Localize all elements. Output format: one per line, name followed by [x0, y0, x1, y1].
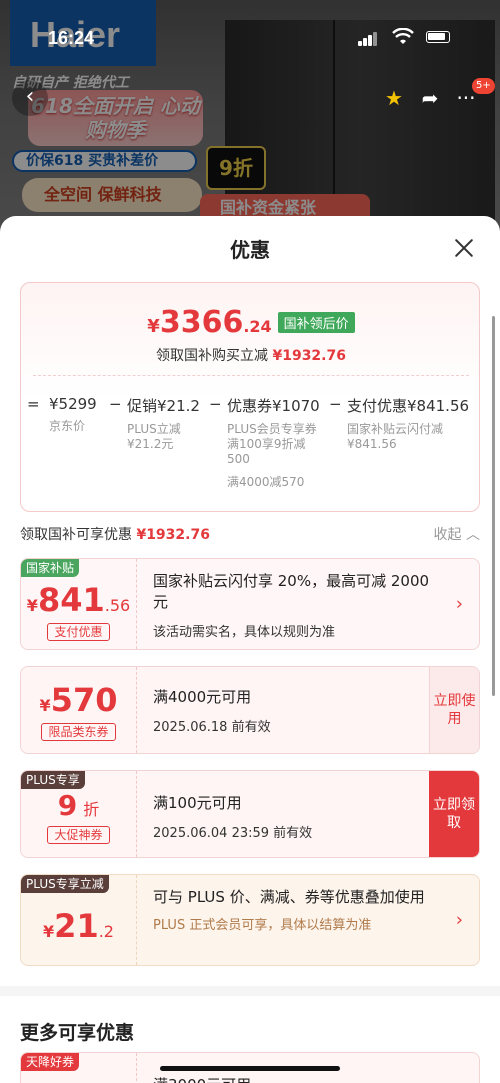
coupon-card-jd: ¥ 570 限品类东券 满4000元可用 2025.06.18 前有效 立即使用: [20, 666, 480, 754]
formula-coupon-extra: 满4000减570: [227, 475, 305, 489]
home-indicator[interactable]: [160, 1066, 340, 1071]
coupon-ribbon: PLUS专享: [21, 771, 85, 789]
section-header: 领取国补可享优惠 ¥1932.76 收起 ︿: [20, 524, 480, 544]
section-divider: [0, 986, 500, 996]
coupon-amount: 21: [54, 907, 99, 945]
coupon-currency: ¥: [26, 596, 38, 615]
favorite-star-icon[interactable]: ★: [382, 86, 406, 110]
coupon-note: PLUS 正式会员可享，具体以结算为准: [153, 918, 372, 933]
coupon-currency: ¥: [43, 922, 55, 941]
chevron-up-icon: ︿: [466, 527, 480, 543]
chevron-right-icon: ›: [455, 593, 463, 615]
battery-icon: [426, 31, 450, 43]
discount-sheet: 优惠 ¥ 3366 .24 国补领后价 领取国补购买立减 ¥1932.76 = …: [0, 216, 500, 1083]
coupon-validity: 2025.06.04 23:59 前有效: [153, 826, 313, 841]
coupon-title: 可与 PLUS 价、满减、券等优惠叠加使用: [153, 888, 425, 906]
chevron-right-icon: ›: [455, 909, 463, 931]
subsidy-reduction-value: ¥1932.76: [272, 348, 346, 364]
formula-list-price-desc: 京东价: [49, 419, 86, 433]
scrollbar[interactable]: [492, 316, 495, 696]
subsidy-price-tag: 国补领后价: [277, 312, 355, 333]
subsidy-reduction-label: 领取国补购买立减: [156, 348, 269, 364]
coupon-title: 满100元可用: [153, 794, 242, 812]
coupon-card-plus: PLUS专享 9 折 大促神券 满100元可用 2025.06.04 23:59…: [20, 770, 480, 858]
coupon-card-national-subsidy[interactable]: 国家补贴 ¥ 841 .56 支付优惠 国家补贴云闪付享 20%，最高可减 20…: [20, 558, 480, 650]
formula-promo-desc: PLUS立减 ¥21.2元: [127, 422, 181, 451]
formula-payment-desc: 国家补贴云闪付减 ¥841.56: [347, 422, 444, 451]
price-integer: 3366: [159, 305, 244, 340]
formula-list-price: ¥5299: [49, 395, 97, 413]
product-top-bar: ‹ ★ ➦ ··· 5+: [0, 76, 500, 116]
message-badge: 5+: [472, 78, 495, 94]
coupon-decimal: .2: [98, 922, 114, 941]
coupon-currency: ¥: [39, 696, 51, 715]
formula-minus: −: [109, 395, 122, 413]
use-now-button[interactable]: 立即使用: [429, 667, 479, 753]
final-price: ¥ 3366 .24 国补领后价: [21, 305, 481, 340]
formula-minus: −: [329, 395, 342, 413]
formula-minus: −: [209, 395, 222, 413]
formula-payment: 支付优惠¥841.56: [347, 397, 470, 415]
price-currency: ¥: [147, 316, 160, 337]
more-offers-title: 更多可享优惠: [20, 1022, 135, 1044]
coupon-unit: 折: [83, 800, 100, 819]
subsidy-reduction-text: 领取国补购买立减 ¥1932.76: [21, 345, 481, 365]
back-icon[interactable]: ‹: [12, 80, 48, 116]
coupon-note: 该活动需实名，具体以规则为准: [153, 625, 336, 640]
coupon-type-pill: 大促神券: [47, 826, 110, 844]
section-label: 领取国补可享优惠: [20, 527, 132, 543]
formula-equals: =: [27, 395, 40, 413]
coupon-title: 满4000元可用: [153, 688, 252, 706]
coupon-title: 满3000元可用: [153, 1075, 419, 1083]
claim-now-button[interactable]: 立即领取: [429, 771, 479, 857]
coupon-validity: 2025.06.18 前有效: [153, 720, 271, 735]
sheet-title: 优惠: [230, 238, 270, 262]
divider: [33, 375, 469, 376]
coupon-decimal: .56: [104, 596, 131, 615]
collapse-toggle[interactable]: 收起 ︿: [434, 524, 480, 544]
coupon-amount: 9: [57, 789, 78, 822]
formula-coupon: 优惠券¥1070: [227, 397, 320, 415]
collapse-label: 收起: [433, 527, 462, 543]
coupon-type-pill: 支付优惠: [47, 623, 110, 641]
section-value: ¥1932.76: [136, 527, 210, 543]
coupon-amount: 570: [50, 681, 118, 719]
signal-icon: [358, 32, 378, 46]
coupon-ribbon: 天降好券: [21, 1053, 80, 1071]
formula-coupon-desc: PLUS会员专享券 满100享9折减 500: [227, 422, 317, 466]
coupon-ribbon: PLUS专享立减: [21, 875, 109, 893]
status-time: 16:24: [48, 28, 95, 48]
wifi-icon: [392, 28, 414, 44]
price-summary-card: ¥ 3366 .24 国补领后价 领取国补购买立减 ¥1932.76 = ¥52…: [20, 282, 480, 512]
formula-promo: 促销¥21.2: [127, 397, 200, 415]
price-decimal: .24: [243, 317, 272, 336]
coupon-type-pill: 限品类东券: [41, 723, 116, 741]
coupon-title: 国家补贴云闪付享 20%，最高可减 2000元: [153, 572, 430, 611]
status-bar: 16:24: [0, 20, 500, 56]
close-icon[interactable]: [452, 236, 476, 260]
share-icon[interactable]: ➦: [418, 86, 442, 110]
coupon-ribbon: 国家补贴: [21, 559, 80, 577]
coupon-amount: 841: [37, 581, 105, 619]
coupon-card-plus-discount[interactable]: PLUS专享立减 ¥ 21 .2 可与 PLUS 价、满减、券等优惠叠加使用 P…: [20, 874, 480, 966]
